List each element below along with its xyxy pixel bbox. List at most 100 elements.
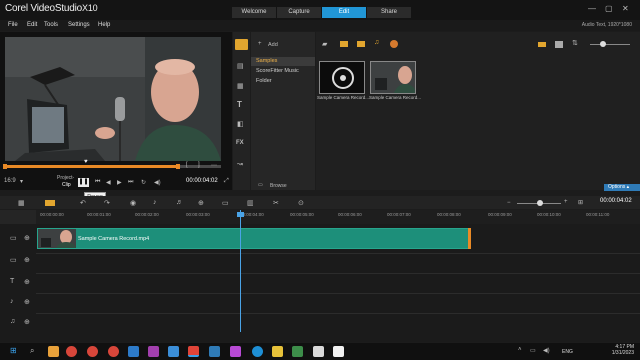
- browse-icon[interactable]: ▭: [258, 182, 263, 188]
- tab-welcome[interactable]: Welcome: [232, 7, 276, 18]
- app-icon[interactable]: [230, 346, 241, 357]
- browse-label[interactable]: Browse: [270, 183, 287, 189]
- auto-music-icon[interactable]: ♬: [176, 199, 183, 206]
- overlay-mute-icon[interactable]: ⊕: [24, 256, 30, 264]
- show-photos-icon[interactable]: [357, 41, 365, 47]
- app-icon[interactable]: [313, 346, 324, 357]
- menu-tools[interactable]: Tools: [44, 22, 58, 28]
- home-icon[interactable]: ⏮: [95, 179, 100, 186]
- app-icon[interactable]: [148, 346, 159, 357]
- menu-edit[interactable]: Edit: [27, 22, 37, 28]
- volume-tray-icon[interactable]: ◀): [543, 347, 550, 354]
- scrub-marker-icon[interactable]: ♥: [84, 159, 88, 165]
- project-mode-label[interactable]: Project-: [57, 175, 74, 181]
- tree-item-folder[interactable]: Folder: [256, 78, 272, 84]
- show-audio-icon[interactable]: ♫: [374, 39, 379, 46]
- multi-camera-icon[interactable]: ▥: [247, 199, 254, 207]
- chrome-icon[interactable]: [87, 346, 98, 357]
- record-capture-icon[interactable]: ◉: [130, 199, 136, 207]
- previous-frame-icon[interactable]: ◀: [106, 179, 111, 186]
- app-icon[interactable]: [168, 346, 179, 357]
- enlarge-icon[interactable]: ⤢: [224, 178, 229, 185]
- clock[interactable]: 4:17 PM 1/31/2023: [612, 344, 634, 356]
- file-explorer-icon[interactable]: [48, 346, 59, 357]
- thumbnail-view-icon[interactable]: [555, 41, 563, 48]
- sort-icon[interactable]: ⇅: [572, 39, 578, 47]
- trim-end-handle[interactable]: [176, 164, 180, 169]
- tab-edit[interactable]: Edit: [322, 7, 366, 18]
- add-folder-icon[interactable]: +: [258, 41, 262, 47]
- instant-project-icon[interactable]: ▤: [237, 62, 244, 70]
- transition-icon[interactable]: ▦: [237, 82, 244, 90]
- timecode-display[interactable]: 00:00:04:02: [186, 178, 218, 184]
- network-icon[interactable]: ▭: [530, 347, 536, 354]
- voice-mute-icon[interactable]: ⊕: [24, 298, 30, 306]
- subtitle-editor-icon[interactable]: ▭: [222, 199, 229, 207]
- clip-mode-label[interactable]: Clip: [62, 182, 71, 188]
- list-view-icon[interactable]: [538, 42, 546, 47]
- videostudio-taskbar-icon[interactable]: [188, 346, 199, 357]
- mark-out-icon[interactable]: ]: [198, 162, 200, 168]
- graphic-icon[interactable]: ◧: [237, 120, 244, 128]
- menu-help[interactable]: Help: [98, 22, 110, 28]
- maximize-icon[interactable]: ▢: [605, 4, 613, 13]
- path-icon[interactable]: ↝: [237, 160, 243, 168]
- language-indicator[interactable]: ENG: [562, 349, 573, 355]
- folder-icon[interactable]: ▰: [322, 40, 327, 48]
- undo-icon[interactable]: ↶: [80, 199, 86, 207]
- tree-item-scorefitter[interactable]: ScoreFitter Music: [256, 68, 299, 74]
- library-thumb-1[interactable]: [319, 61, 365, 94]
- timeline-view-icon[interactable]: [45, 200, 55, 206]
- app-icon[interactable]: [292, 346, 303, 357]
- storyboard-view-icon[interactable]: ▦: [18, 199, 25, 207]
- app-icon[interactable]: [272, 346, 283, 357]
- tab-capture[interactable]: Capture: [277, 7, 321, 18]
- redo-icon[interactable]: ↷: [104, 199, 110, 207]
- zoom-in-icon[interactable]: +: [564, 199, 568, 205]
- end-icon[interactable]: ⏭: [128, 179, 133, 186]
- app-icon[interactable]: [333, 346, 344, 357]
- filter-icon[interactable]: FX: [236, 140, 244, 146]
- trim-start-handle[interactable]: [3, 164, 7, 169]
- time-remapping-icon[interactable]: ✂: [273, 199, 279, 207]
- minimize-icon[interactable]: —: [588, 4, 596, 13]
- fit-project-icon[interactable]: ⊞: [578, 199, 583, 206]
- ripple-edit-icon[interactable]: ⊕: [24, 234, 30, 242]
- edge-icon[interactable]: [252, 346, 263, 357]
- app-icon[interactable]: [209, 346, 220, 357]
- media-library-icon[interactable]: [235, 39, 248, 50]
- thumbnail-size-slider[interactable]: [590, 44, 630, 45]
- windows-start-icon[interactable]: ⊞: [10, 346, 17, 355]
- mark-in-icon[interactable]: [: [186, 162, 188, 168]
- title-icon[interactable]: T: [237, 100, 242, 109]
- volume-icon[interactable]: ◀): [154, 179, 161, 186]
- title-mute-icon[interactable]: ⊕: [24, 278, 30, 286]
- zoom-handle[interactable]: [537, 200, 543, 206]
- pause-button[interactable]: ❚❚: [78, 178, 89, 187]
- menu-file[interactable]: File: [8, 22, 18, 28]
- tab-share[interactable]: Share: [367, 7, 411, 18]
- music-mute-icon[interactable]: ⊕: [24, 318, 30, 326]
- overlay-track-icon[interactable]: ▭: [10, 256, 17, 264]
- close-icon[interactable]: ✕: [622, 4, 629, 13]
- aspect-dropdown-icon[interactable]: ▾: [20, 178, 23, 185]
- next-frame-icon[interactable]: ▶: [117, 179, 122, 186]
- title-track-icon[interactable]: T: [10, 278, 14, 285]
- playhead[interactable]: [240, 210, 241, 332]
- word-icon[interactable]: [128, 346, 139, 357]
- sound-mixer-icon[interactable]: ♪: [153, 199, 157, 206]
- library-thumb-2[interactable]: [370, 61, 416, 94]
- motion-tracking-icon[interactable]: ⊕: [198, 199, 204, 207]
- voice-track-icon[interactable]: ♪: [10, 298, 14, 305]
- thumbnail-size-handle[interactable]: [600, 41, 606, 47]
- mask-creator-icon[interactable]: ⊙: [298, 199, 304, 207]
- chrome-icon[interactable]: [108, 346, 119, 357]
- options-button[interactable]: Options ▴: [604, 184, 640, 191]
- playhead-handle[interactable]: [237, 212, 244, 217]
- add-folder-label[interactable]: Add: [268, 42, 278, 48]
- chrome-icon[interactable]: [66, 346, 77, 357]
- tree-item-samples[interactable]: Samples: [256, 58, 277, 64]
- menu-settings[interactable]: Settings: [68, 22, 90, 28]
- aspect-select[interactable]: 16:9: [4, 178, 16, 184]
- split-icon[interactable]: ⋯: [211, 162, 217, 169]
